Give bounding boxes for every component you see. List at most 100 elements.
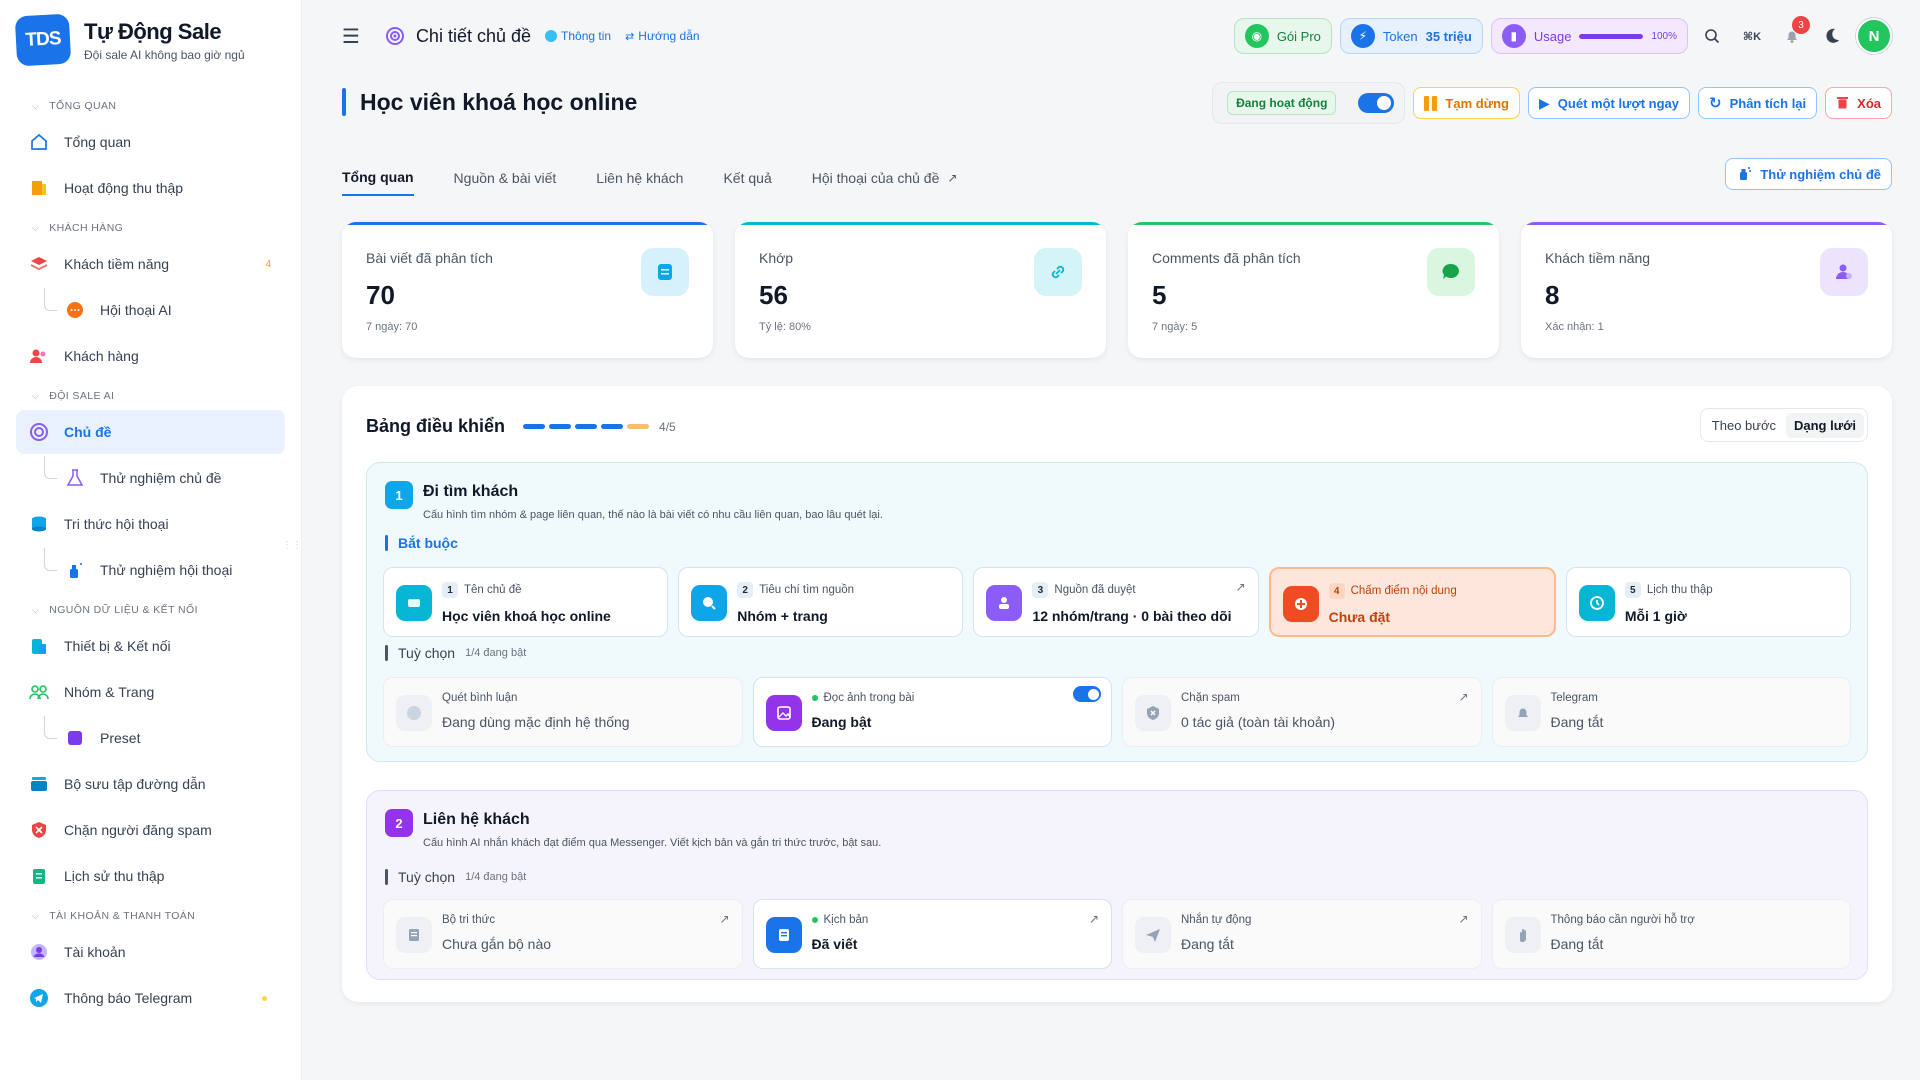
step-description: Cấu hình tìm nhóm & page liên quan, thế …: [423, 509, 883, 521]
config-card[interactable]: 5 Lịch thu thập Mỗi 1 giờ: [1565, 567, 1852, 637]
brand[interactable]: TDS Tự Động Sale Đội sale AI không bao g…: [0, 0, 301, 80]
topbar-right: ◉ Gói Pro ⚡ Token 35 triệu ▮ Usage 100%: [1233, 16, 1892, 54]
stat-card[interactable]: Comments đã phân tích 5 7 ngày: 5: [1128, 222, 1499, 358]
tab-2[interactable]: Liên hệ khách: [596, 160, 683, 196]
bell-icon[interactable]: 3: [1776, 16, 1810, 52]
sidebar-section-title: TÀI KHOẢN & THANH TOÁN: [49, 910, 196, 922]
step-title: Đi tìm khách: [423, 483, 519, 500]
notification-count: 3: [1792, 16, 1810, 34]
sidebar-item-database[interactable]: Tri thức hội thoại: [16, 502, 285, 546]
external-link-icon[interactable]: ↗: [1089, 912, 1099, 926]
card-label: Chặn spam: [1181, 692, 1240, 704]
stat-card[interactable]: Khách tiềm năng 8 Xác nhận: 1: [1521, 222, 1892, 358]
config-card[interactable]: Nhắn tự động Đang tắt ↗: [1122, 899, 1482, 969]
info-link[interactable]: Thông tin: [545, 29, 611, 43]
brand-subtitle: Đội sale AI không bao giờ ngủ: [84, 47, 245, 62]
view-grid-button[interactable]: Dạng lưới: [1786, 412, 1864, 438]
card-header: 1 Tên chủ đề: [442, 582, 655, 598]
collection-icon: [28, 773, 50, 795]
config-card[interactable]: Bộ tri thức Chưa gắn bộ nào ↗: [383, 899, 743, 969]
card-value: Đang bật: [811, 714, 872, 730]
sidebar-section-header[interactable]: ⌵ ĐỘI SALE AI: [0, 384, 301, 408]
sidebar-item-device[interactable]: Thiết bị & Kết nối: [16, 624, 285, 668]
read-images-toggle[interactable]: [1073, 686, 1101, 702]
sidebar-item-home[interactable]: Tổng quan: [16, 120, 285, 164]
search-icon[interactable]: [1696, 20, 1728, 52]
plan-badge[interactable]: ◉ Gói Pro: [1233, 18, 1332, 54]
sidebar-item-group[interactable]: Nhóm & Trang: [16, 670, 285, 714]
external-link-icon[interactable]: ↗: [1458, 690, 1468, 704]
sidebar-section-header[interactable]: ⌵ TÀI KHOẢN & THANH TOÁN: [0, 904, 301, 928]
sidebar-item-collection[interactable]: Bộ sưu tập đường dẫn: [16, 762, 285, 806]
sidebar-item-chat[interactable]: Hội thoại AI: [16, 288, 285, 332]
sidebar-section-header[interactable]: ⌵ KHÁCH HÀNG: [0, 216, 301, 240]
activity-icon: [28, 177, 50, 199]
config-card[interactable]: 3 Nguồn đã duyệt 12 nhóm/trang · 0 bài th…: [973, 567, 1259, 637]
sidebar-item-label: Thiết bị & Kết nối: [64, 638, 171, 654]
reanalyze-button[interactable]: ↻ Phân tích lại: [1698, 87, 1818, 119]
sidebar-section-header[interactable]: ⌵ NGUỒN DỮ LIỆU & KẾT NỐI: [0, 598, 301, 622]
config-card[interactable]: Kịch bản Đã viết ↗: [752, 899, 1112, 969]
card-header: Bộ tri thức: [442, 914, 730, 926]
pause-button[interactable]: Tạm dừng: [1413, 87, 1520, 119]
external-link-icon[interactable]: ↗: [1458, 912, 1468, 926]
sidebar-item-users[interactable]: Khách hàng: [16, 334, 285, 378]
config-card[interactable]: Telegram Đang tắt: [1491, 677, 1851, 747]
stat-card[interactable]: Bài viết đã phân tích 70 7 ngày: 70: [342, 222, 713, 358]
sidebar-section-title: KHÁCH HÀNG: [49, 222, 124, 234]
tab-3[interactable]: Kết quả: [723, 160, 771, 196]
scan-now-button[interactable]: ▶ Quét một lượt ngay: [1528, 87, 1690, 119]
sidebar-item-telegram[interactable]: Thông báo Telegram: [16, 976, 285, 1020]
step-title: Liên hệ khách: [423, 811, 530, 828]
guide-link[interactable]: ⇄ Hướng dẫn: [625, 29, 700, 43]
card-header: Quét bình luận: [442, 692, 730, 704]
bolt-icon: ⚡: [1350, 24, 1375, 48]
sidebar-item-block[interactable]: Chặn người đăng spam: [16, 808, 285, 852]
view-step-button[interactable]: Theo bước: [1704, 413, 1784, 438]
image-icon: [765, 695, 802, 731]
setup-progress: [523, 424, 650, 429]
chevron-down-icon: ⌵: [32, 390, 40, 401]
config-card[interactable]: Chặn spam 0 tác giả (toàn tài khoản) ↗: [1122, 677, 1482, 747]
progress-segment: [549, 424, 572, 429]
delete-button[interactable]: Xóa: [1825, 87, 1892, 119]
sidebar-item-flask[interactable]: Thử nghiệm chủ đề: [16, 456, 285, 500]
resize-handle-icon[interactable]: ⋮⋮: [282, 540, 301, 551]
external-link-icon[interactable]: ↗: [1236, 580, 1246, 594]
sidebar-item-target[interactable]: Chủ đề: [16, 410, 285, 454]
active-toggle[interactable]: [1358, 93, 1395, 113]
config-card[interactable]: Quét bình luận Đang dùng mặc định hệ thố…: [383, 677, 743, 747]
moon-icon[interactable]: [1816, 20, 1848, 52]
usage-badge[interactable]: ▮ Usage 100%: [1490, 18, 1688, 54]
token-badge[interactable]: ⚡ Token 35 triệu: [1339, 18, 1483, 54]
tab-0[interactable]: Tổng quan: [342, 160, 414, 196]
tab-1[interactable]: Nguồn & bài viết: [454, 160, 557, 196]
sidebar-item-history[interactable]: Lịch sử thu thập: [16, 854, 285, 898]
sidebar-section-header[interactable]: ⌵ TỔNG QUAN: [0, 94, 301, 118]
scan-now-label: Quét một lượt ngay: [1557, 95, 1679, 111]
topbar: ☰ Chi tiết chủ đề Thông tin ⇄ Hướng dẫn …: [302, 0, 1920, 72]
sidebar-item-spray[interactable]: Thử nghiệm hội thoại: [16, 548, 285, 592]
config-card[interactable]: Đọc ảnh trong bài Đang bật: [752, 677, 1112, 747]
menu-toggle-icon[interactable]: ☰: [342, 24, 360, 49]
chat-icon: [64, 299, 86, 321]
card-header: 3 Nguồn đã duyệt: [1032, 582, 1245, 598]
stat-card[interactable]: Khớp 56 Tỷ lệ: 80%: [735, 222, 1106, 358]
tab-4[interactable]: Hội thoại của chủ đề ↗: [812, 160, 958, 196]
config-card[interactable]: Thông báo cần người hỗ trợ Đang tắt: [1491, 899, 1851, 969]
sidebar-item-layers[interactable]: Khách tiềm năng 4: [16, 242, 285, 286]
config-card[interactable]: 1 Tên chủ đề Học viên khoá học online: [383, 567, 669, 637]
topbar-title: Chi tiết chủ đề: [384, 25, 531, 47]
sidebar-item-preset[interactable]: Preset: [16, 716, 285, 760]
plan-icon: ◉: [1244, 24, 1269, 48]
avatar[interactable]: N: [1856, 18, 1892, 54]
external-link-icon[interactable]: ↗: [719, 912, 729, 926]
config-card[interactable]: 2 Tiêu chí tìm nguồn Nhóm + trang: [678, 567, 964, 637]
sidebar-item-label: Hoạt động thu thập: [64, 180, 184, 196]
test-topic-button[interactable]: Thử nghiệm chủ đề: [1725, 158, 1892, 190]
stats-row: Bài viết đã phân tích 70 7 ngày: 70 Khớp…: [342, 222, 1892, 358]
sidebar-item-account[interactable]: Tài khoản: [16, 930, 285, 974]
topbar-title-text: Chi tiết chủ đề: [415, 25, 532, 46]
sidebar-item-activity[interactable]: Hoạt động thu thập: [16, 166, 285, 210]
config-card[interactable]: 4 Chấm điểm nội dung Chưa đặt: [1268, 567, 1556, 637]
